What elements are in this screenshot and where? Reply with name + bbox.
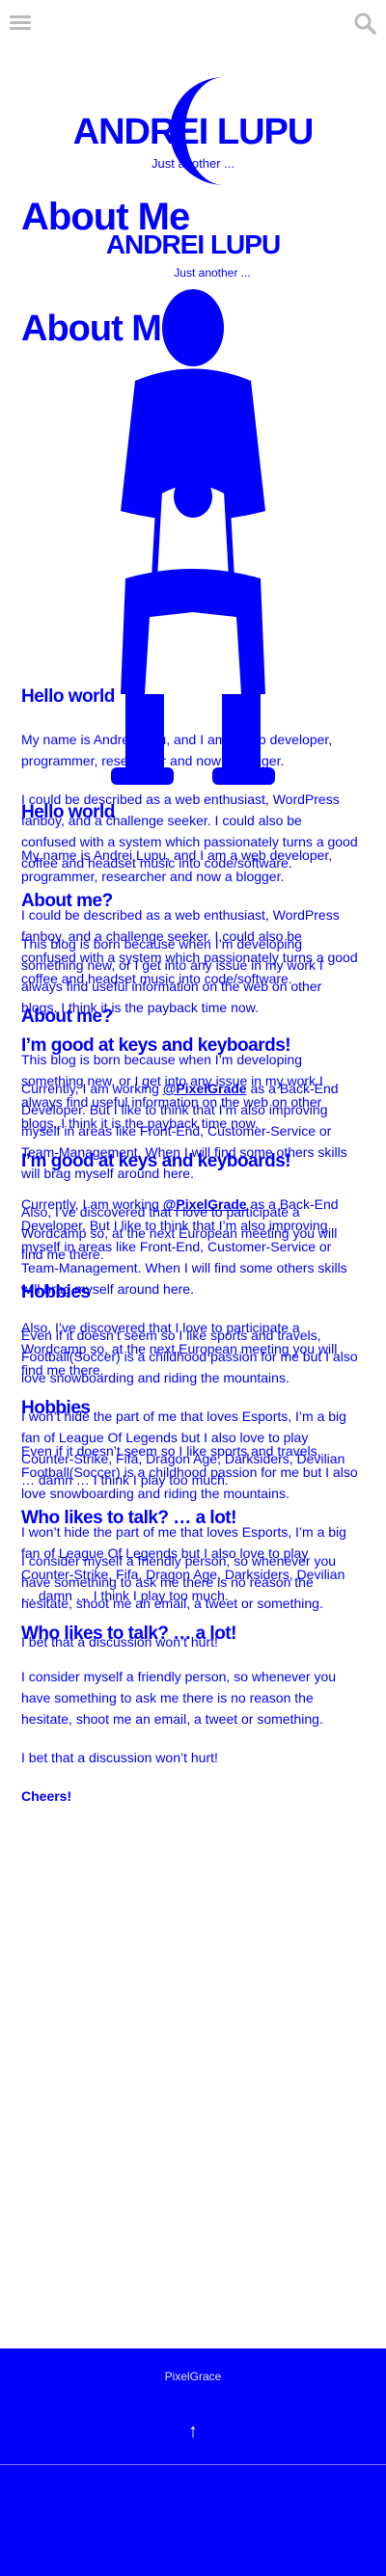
section-heading: Who likes to talk? … a lot! [21, 1623, 236, 1644]
article-content-duplicate: Hello world My name is Andrei Lupu, and … [21, 802, 359, 1824]
paragraph: Even if it doesn’t seem so I like sports… [21, 1443, 358, 1501]
paragraph: Also, I’ve discovered that I love to par… [21, 1320, 338, 1378]
search-icon[interactable] [353, 12, 376, 35]
pixelgrade-link[interactable]: @PixelGrade [163, 1196, 247, 1212]
paragraph: I bet that a discussion won’t hurt! [21, 1750, 218, 1765]
section-heading: About me? [21, 1006, 113, 1027]
footer-credit[interactable]: PixelGrace [0, 2370, 386, 2383]
paragraph: My name is Andrei Lupu, and I am a web d… [21, 847, 333, 884]
paragraph: I consider myself a friendly person, so … [21, 1669, 337, 1727]
paragraph: My name is Andrei Lupu, and I am a web d… [21, 732, 333, 768]
top-bar [0, 0, 386, 48]
paragraph: This blog is born because when I’m devel… [21, 1052, 323, 1131]
page-title: About Me [21, 196, 190, 238]
section-heading: Hello world [21, 802, 115, 822]
footer-divider [0, 2464, 386, 2465]
sign-off: Cheers! [21, 1788, 72, 1804]
back-to-top-icon[interactable]: ↑ [183, 2422, 203, 2441]
paragraph-text: Currently, I am working [21, 1196, 163, 1212]
hamburger-menu-icon[interactable] [10, 15, 31, 31]
paragraph: I could be described as a web enthusiast… [21, 907, 358, 986]
paragraph: I won’t hide the part of me that loves E… [21, 1524, 346, 1603]
section-heading: Hello world [21, 686, 115, 707]
section-heading: I’m good at keys and keyboards! [21, 1151, 291, 1171]
site-title[interactable]: ANDREI LUPU [0, 112, 386, 153]
site-tagline: Just another ... [152, 156, 234, 171]
site-tagline-duplicate: Just another ... [174, 266, 251, 280]
section-heading: Hobbies [21, 1398, 91, 1418]
site-footer: PixelGrace ↑ [0, 2348, 386, 2576]
paragraph: Currently, I am working @PixelGrade as a… [21, 1194, 359, 1300]
